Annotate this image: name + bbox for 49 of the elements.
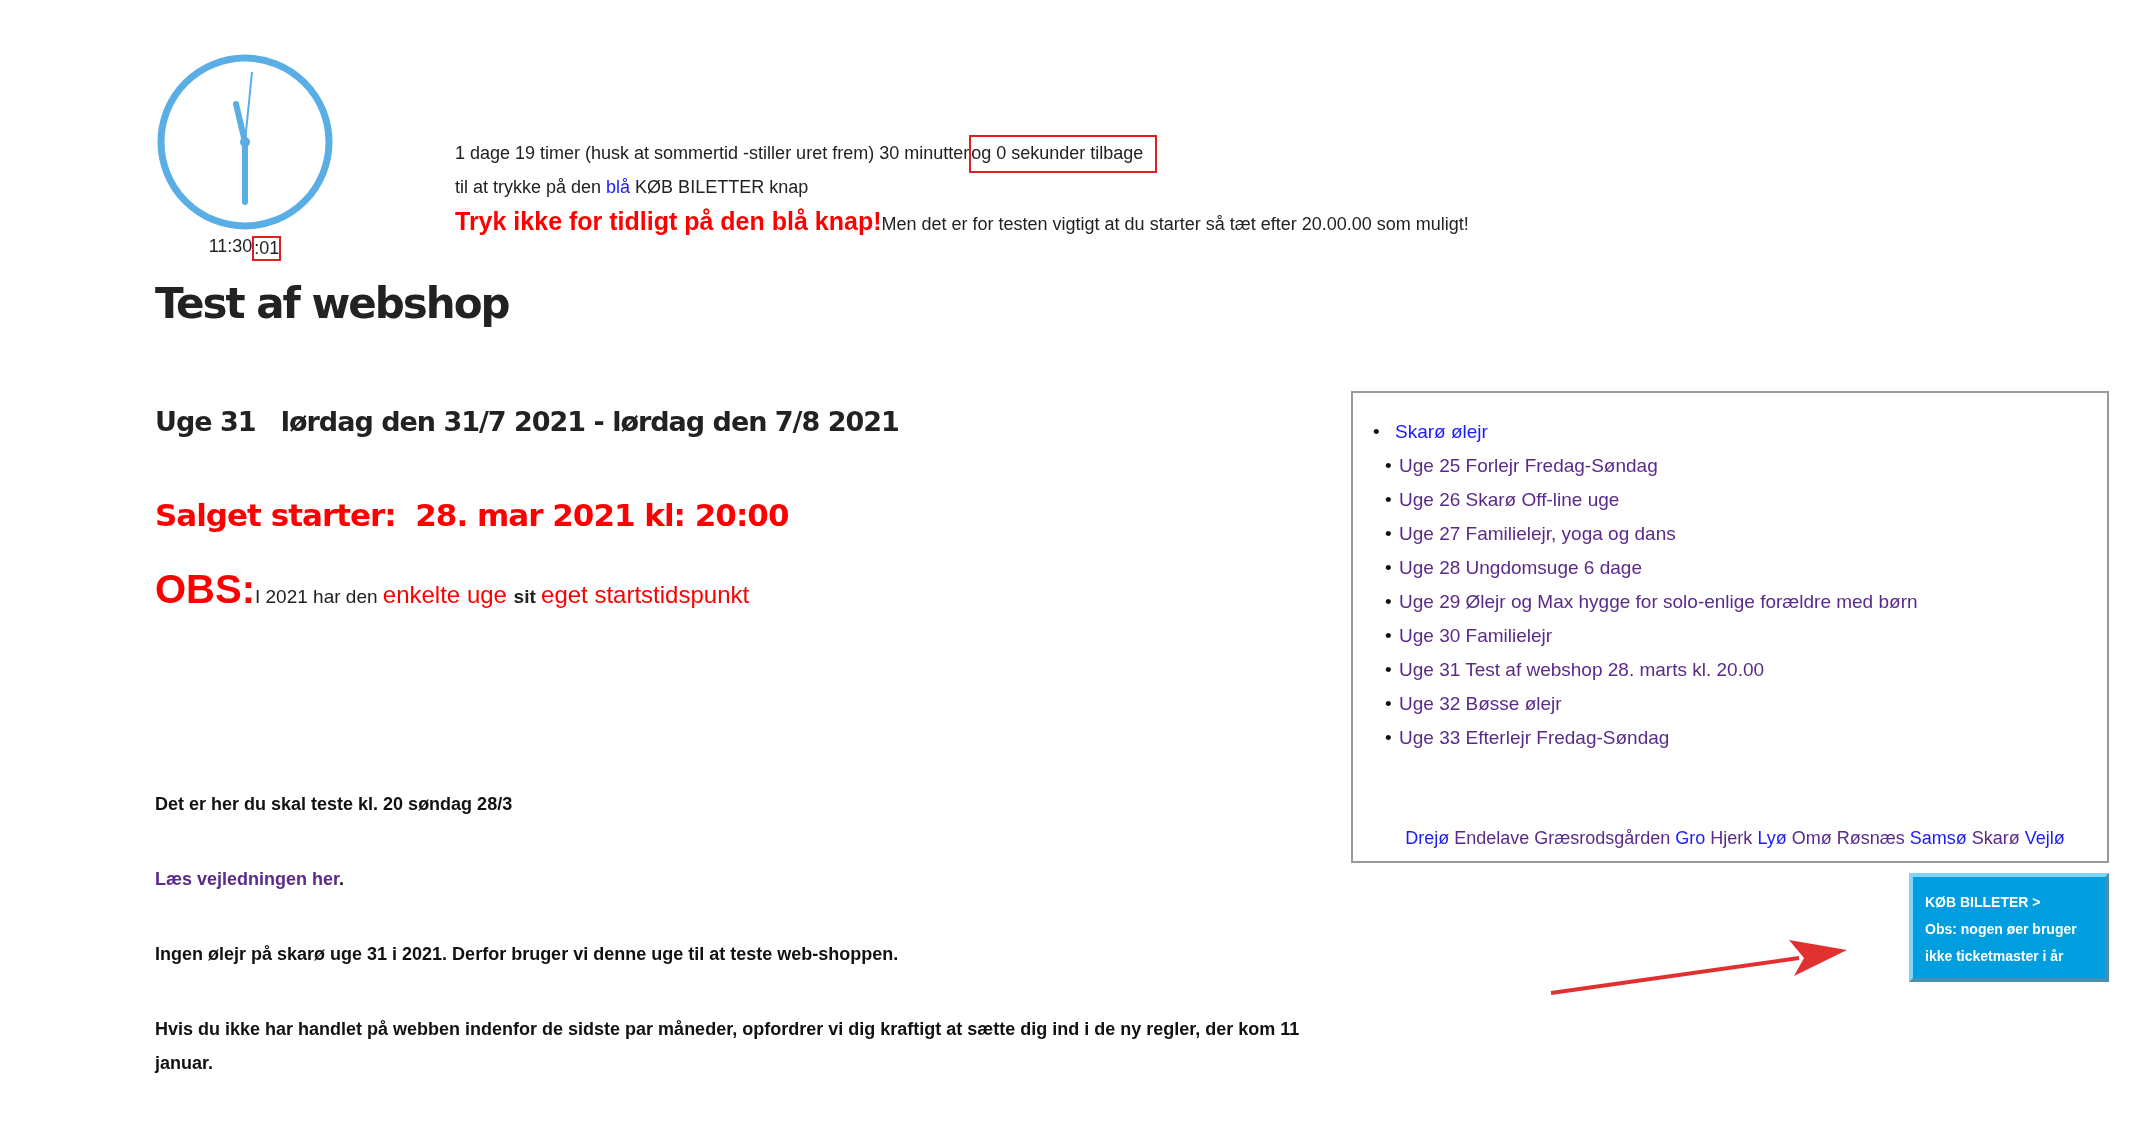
- bullet-icon: •: [1385, 619, 1399, 653]
- island-link[interactable]: Drejø: [1405, 828, 1450, 849]
- sidebar-item[interactable]: Uge 25 Forlejr Fredag-Søndag: [1399, 455, 1658, 476]
- warning-note: Men det er for testen vigtigt at du starter så tæt efter 20.00.00 som muligt!: [881, 214, 1469, 234]
- guide-link[interactable]: Læs vejledningen her: [155, 869, 340, 889]
- paragraph: Hvis du ikke har handlet på webben indenfor de sidste par måneder, opfordrer vi dig kraftigt at sætte dig ind i de ny regler, der kom 11 januar.: [155, 1018, 1301, 1075]
- bullet-icon: •: [1373, 415, 1395, 449]
- sidebar-item[interactable]: Uge 26 Skarø Off-line uge: [1399, 489, 1620, 510]
- page-title: Test af webshop: [155, 279, 510, 328]
- island-link[interactable]: Lyø: [1757, 828, 1787, 849]
- island-link[interactable]: Gro: [1675, 828, 1706, 849]
- bullet-icon: •: [1385, 585, 1399, 619]
- clock-time: 11:30: [208, 236, 253, 258]
- island-link[interactable]: Samsø: [1909, 828, 1967, 849]
- island-link[interactable]: Endelave: [1454, 828, 1530, 849]
- island-link[interactable]: Vejlø: [2024, 828, 2065, 849]
- warning-text: Tryk ikke for tidligt på den blå knap!: [455, 207, 882, 235]
- sidebar-item[interactable]: Uge 30 Familielejr: [1399, 625, 1553, 646]
- island-link[interactable]: Røsnæs: [1836, 828, 1905, 849]
- link[interactable]: blå: [606, 177, 631, 197]
- obs-label: OBS:: [155, 567, 255, 611]
- obs-text: I 2021 har den enkelte uge sit eget startstidspunkt: [255, 586, 750, 607]
- sidebar-item[interactable]: Uge 27 Familielejr, yoga og dans: [1399, 523, 1676, 544]
- island-link[interactable]: Skarø: [1971, 828, 2020, 849]
- island-link[interactable]: Omø: [1791, 828, 1832, 849]
- bullet-icon: •: [1385, 721, 1399, 755]
- paragraph: Ingen ølejr på skarø uge 31 i 2021. Derfor bruger vi denne uge til at teste web-shoppen.: [155, 943, 900, 966]
- highlighted-seconds: :01: [252, 236, 282, 261]
- sidebar-item[interactable]: Uge 29 Ølejr og Max hygge for solo-enlige forældre med børn: [1399, 591, 1918, 612]
- bullet-icon: •: [1385, 449, 1399, 483]
- island-link[interactable]: Hjerk: [1710, 828, 1753, 849]
- bullet-icon: •: [1385, 483, 1399, 517]
- period-text: .: [339, 869, 345, 889]
- instruction-text: til at trykke på den blå KØB BILETTER knap: [455, 176, 810, 199]
- bullet-icon: •: [1385, 551, 1399, 585]
- countdown-text: 1 dage 19 timer (husk at sommertid -stiller uret frem) 30 minutter: [455, 143, 970, 163]
- paragraph: Det er her du skal teste kl. 20 søndag 28/3: [155, 793, 514, 816]
- sidebar-link[interactable]: Skarø ølejr: [1395, 421, 1488, 442]
- sidebar-item[interactable]: Uge 32 Bøsse ølejr: [1399, 693, 1562, 714]
- bullet-icon: •: [1385, 687, 1399, 721]
- highlighted-text: og 0 sekunder tilbage: [969, 135, 1158, 173]
- bullet-icon: •: [1385, 653, 1399, 687]
- island-link[interactable]: Græsrodsgården: [1534, 828, 1671, 849]
- sidebar-item[interactable]: Uge 31 Test af webshop 28. marts kl. 20.00: [1399, 659, 1765, 680]
- bullet-icon: •: [1385, 517, 1399, 551]
- week-heading: Uge 31 lørdag den 31/7 2021 - lørdag den 7/8 2021: [155, 406, 900, 437]
- sidebar-item[interactable]: Uge 33 Efterlejr Fredag-Søndag: [1399, 727, 1670, 748]
- sale-start-heading: Salget starter: 28. mar 2021 kl: 20:00: [155, 497, 790, 533]
- sidebar-item[interactable]: Uge 28 Ungdomsuge 6 dage: [1399, 557, 1642, 578]
